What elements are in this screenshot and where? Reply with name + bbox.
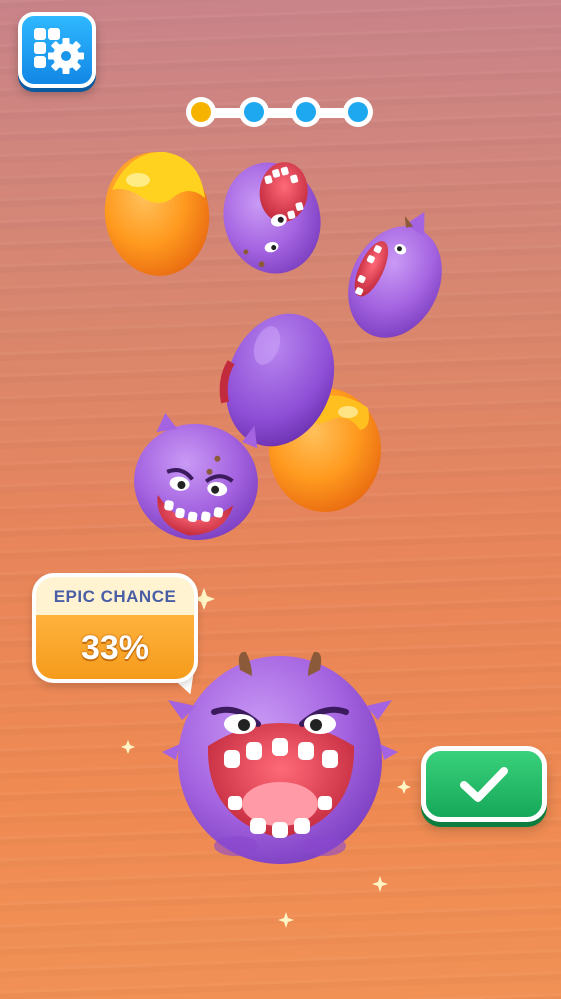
- game-stage: [104, 151, 442, 928]
- checkmark-icon: [460, 767, 508, 802]
- epic-chance-value: 33%: [36, 615, 194, 679]
- confirm-button[interactable]: [421, 746, 547, 822]
- epic-chance-box: EPIC CHANCE 33%: [32, 573, 198, 683]
- purple-monster-tumbling: [223, 162, 321, 274]
- epic-chance-label: EPIC CHANCE: [36, 577, 194, 615]
- epic-chance-bubble: EPIC CHANCE 33%: [32, 573, 204, 700]
- purple-monster-right: [348, 211, 442, 338]
- orange-egg: [104, 151, 210, 276]
